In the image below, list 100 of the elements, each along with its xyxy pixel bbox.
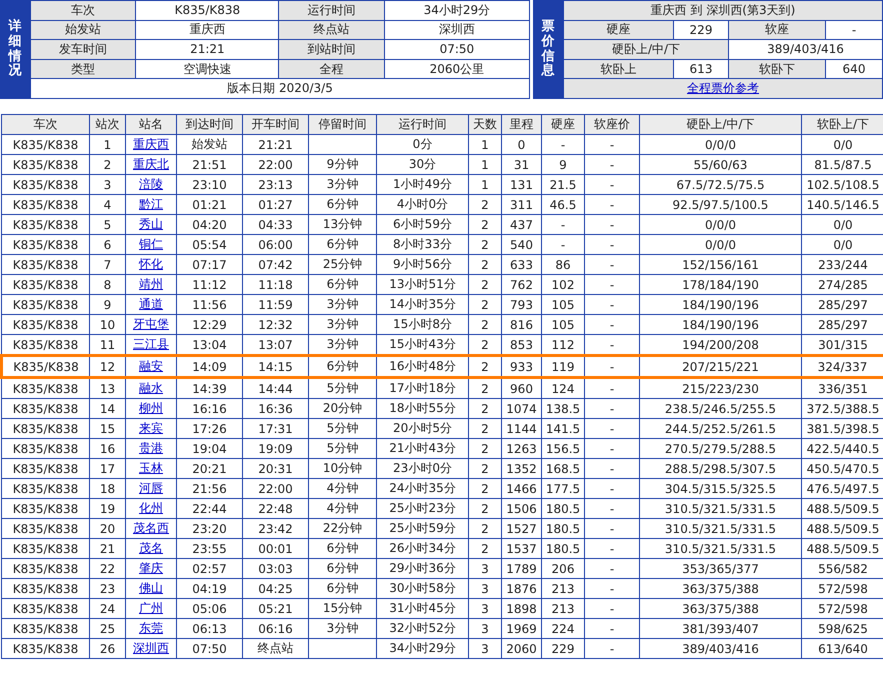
fare-cell: 86 bbox=[542, 254, 584, 274]
arrival-time-cell: 14:09 bbox=[176, 356, 242, 378]
elapsed-time-cell: 0分 bbox=[376, 134, 468, 154]
distance-cell: 1969 bbox=[502, 618, 542, 638]
fare-cell: - bbox=[584, 234, 640, 254]
fare-cell: 310.5/321.5/331.5 bbox=[640, 498, 802, 518]
fare-cell: 105 bbox=[542, 294, 584, 314]
distance-cell: 1876 bbox=[502, 578, 542, 598]
column-header: 站次 bbox=[90, 114, 126, 134]
stop-duration-cell: 6分钟 bbox=[308, 274, 376, 294]
stop-duration-cell: 3分钟 bbox=[308, 314, 376, 334]
train-number-cell: K835/K838 bbox=[2, 398, 90, 418]
arrival-time-cell: 21:56 bbox=[176, 478, 242, 498]
elapsed-time-cell: 24小时35分 bbox=[376, 478, 468, 498]
fare-cell: 138.5 bbox=[542, 398, 584, 418]
arrival-time-cell: 21:51 bbox=[176, 154, 242, 174]
departure-time-cell: 00:01 bbox=[242, 538, 308, 558]
stop-duration-cell: 3分钟 bbox=[308, 618, 376, 638]
column-header: 天数 bbox=[468, 114, 502, 134]
stop-number-cell: 22 bbox=[90, 558, 126, 578]
day-cell: 1 bbox=[468, 154, 502, 174]
stop-number-cell: 24 bbox=[90, 598, 126, 618]
stop-duration-cell: 6分钟 bbox=[308, 558, 376, 578]
departure-time-cell: 04:33 bbox=[242, 214, 308, 234]
field-value: 21:21 bbox=[136, 40, 279, 60]
fare-cell: 46.5 bbox=[542, 194, 584, 214]
fare-cell: 141.5 bbox=[542, 418, 584, 438]
fare-cell: 381/393/407 bbox=[640, 618, 802, 638]
version-date: 版本日期 2020/3/5 bbox=[30, 78, 530, 98]
field-label: 发车时间 bbox=[30, 40, 136, 60]
day-cell: 2 bbox=[468, 458, 502, 478]
train-number-cell: K835/K838 bbox=[2, 538, 90, 558]
train-number-cell: K835/K838 bbox=[2, 314, 90, 334]
elapsed-time-cell: 30小时58分 bbox=[376, 578, 468, 598]
day-cell: 2 bbox=[468, 254, 502, 274]
stop-number-cell: 4 bbox=[90, 194, 126, 214]
field-label: 全程 bbox=[278, 59, 384, 79]
departure-time-cell: 22:00 bbox=[242, 154, 308, 174]
field-value: 34小时29分 bbox=[384, 0, 530, 20]
stop-duration-cell: 4分钟 bbox=[308, 478, 376, 498]
arrival-time-cell: 06:13 bbox=[176, 618, 242, 638]
arrival-time-cell: 17:26 bbox=[176, 418, 242, 438]
arrival-time-cell: 05:54 bbox=[176, 234, 242, 254]
fare-cell: - bbox=[584, 618, 640, 638]
field-label: 类型 bbox=[30, 59, 136, 79]
fare-cell: 207/215/221 bbox=[640, 356, 802, 378]
distance-cell: 1789 bbox=[502, 558, 542, 578]
fare-cell: - bbox=[584, 458, 640, 478]
fare-label: 硬座 bbox=[564, 20, 674, 40]
field-value: K835/K838 bbox=[136, 0, 279, 20]
fare-cell: - bbox=[584, 418, 640, 438]
fare-cell: 0/0/0 bbox=[640, 214, 802, 234]
fare-cell: 180.5 bbox=[542, 498, 584, 518]
stop-number-cell: 19 bbox=[90, 498, 126, 518]
stop-duration-cell: 5分钟 bbox=[308, 438, 376, 458]
field-label: 到站时间 bbox=[278, 40, 384, 60]
train-number-cell: K835/K838 bbox=[2, 618, 90, 638]
fare-cell: - bbox=[584, 558, 640, 578]
fare-label: 软座 bbox=[728, 20, 826, 40]
train-number-cell: K835/K838 bbox=[2, 274, 90, 294]
fare-cell: - bbox=[584, 254, 640, 274]
fare-cell: 270.5/279.5/288.5 bbox=[640, 438, 802, 458]
field-value: 2060公里 bbox=[384, 59, 530, 79]
fare-cell: 353/365/377 bbox=[640, 558, 802, 578]
fare-cell: 184/190/196 bbox=[640, 314, 802, 334]
day-cell: 2 bbox=[468, 518, 502, 538]
day-cell: 2 bbox=[468, 438, 502, 458]
day-cell: 1 bbox=[468, 174, 502, 194]
stop-number-cell: 12 bbox=[90, 356, 126, 378]
elapsed-time-cell: 32小时52分 bbox=[376, 618, 468, 638]
field-value: 重庆西 bbox=[136, 20, 279, 40]
departure-time-cell: 11:18 bbox=[242, 274, 308, 294]
field-label: 始发站 bbox=[30, 20, 136, 40]
elapsed-time-cell: 23小时0分 bbox=[376, 458, 468, 478]
distance-cell: 816 bbox=[502, 314, 542, 334]
fare-cell: 152/156/161 bbox=[640, 254, 802, 274]
departure-time-cell: 06:00 bbox=[242, 234, 308, 254]
fare-cell: - bbox=[542, 134, 584, 154]
day-cell: 2 bbox=[468, 538, 502, 558]
fare-cell: 213 bbox=[542, 598, 584, 618]
train-number-cell: K835/K838 bbox=[2, 174, 90, 194]
fare-cell: - bbox=[542, 214, 584, 234]
stop-duration-cell: 6分钟 bbox=[308, 578, 376, 598]
fare-cell: - bbox=[584, 398, 640, 418]
stop-duration-cell: 4分钟 bbox=[308, 498, 376, 518]
side-label: 票价信息 bbox=[533, 0, 563, 99]
arrival-time-cell: 23:10 bbox=[176, 174, 242, 194]
field-label: 终点站 bbox=[278, 20, 384, 40]
day-cell: 2 bbox=[468, 398, 502, 418]
fare-cell: - bbox=[584, 214, 640, 234]
fare-label: 硬卧上/中/下 bbox=[564, 40, 728, 60]
fare-reference-link[interactable]: 全程票价参考 bbox=[687, 81, 759, 96]
distance-cell: 1506 bbox=[502, 498, 542, 518]
stop-number-cell: 1 bbox=[90, 134, 126, 154]
fare-cell: 177.5 bbox=[542, 478, 584, 498]
elapsed-time-cell: 31小时45分 bbox=[376, 598, 468, 618]
arrival-time-cell: 05:06 bbox=[176, 598, 242, 618]
stop-number-cell: 6 bbox=[90, 234, 126, 254]
elapsed-time-cell: 25小时23分 bbox=[376, 498, 468, 518]
stop-duration-cell: 15分钟 bbox=[308, 598, 376, 618]
